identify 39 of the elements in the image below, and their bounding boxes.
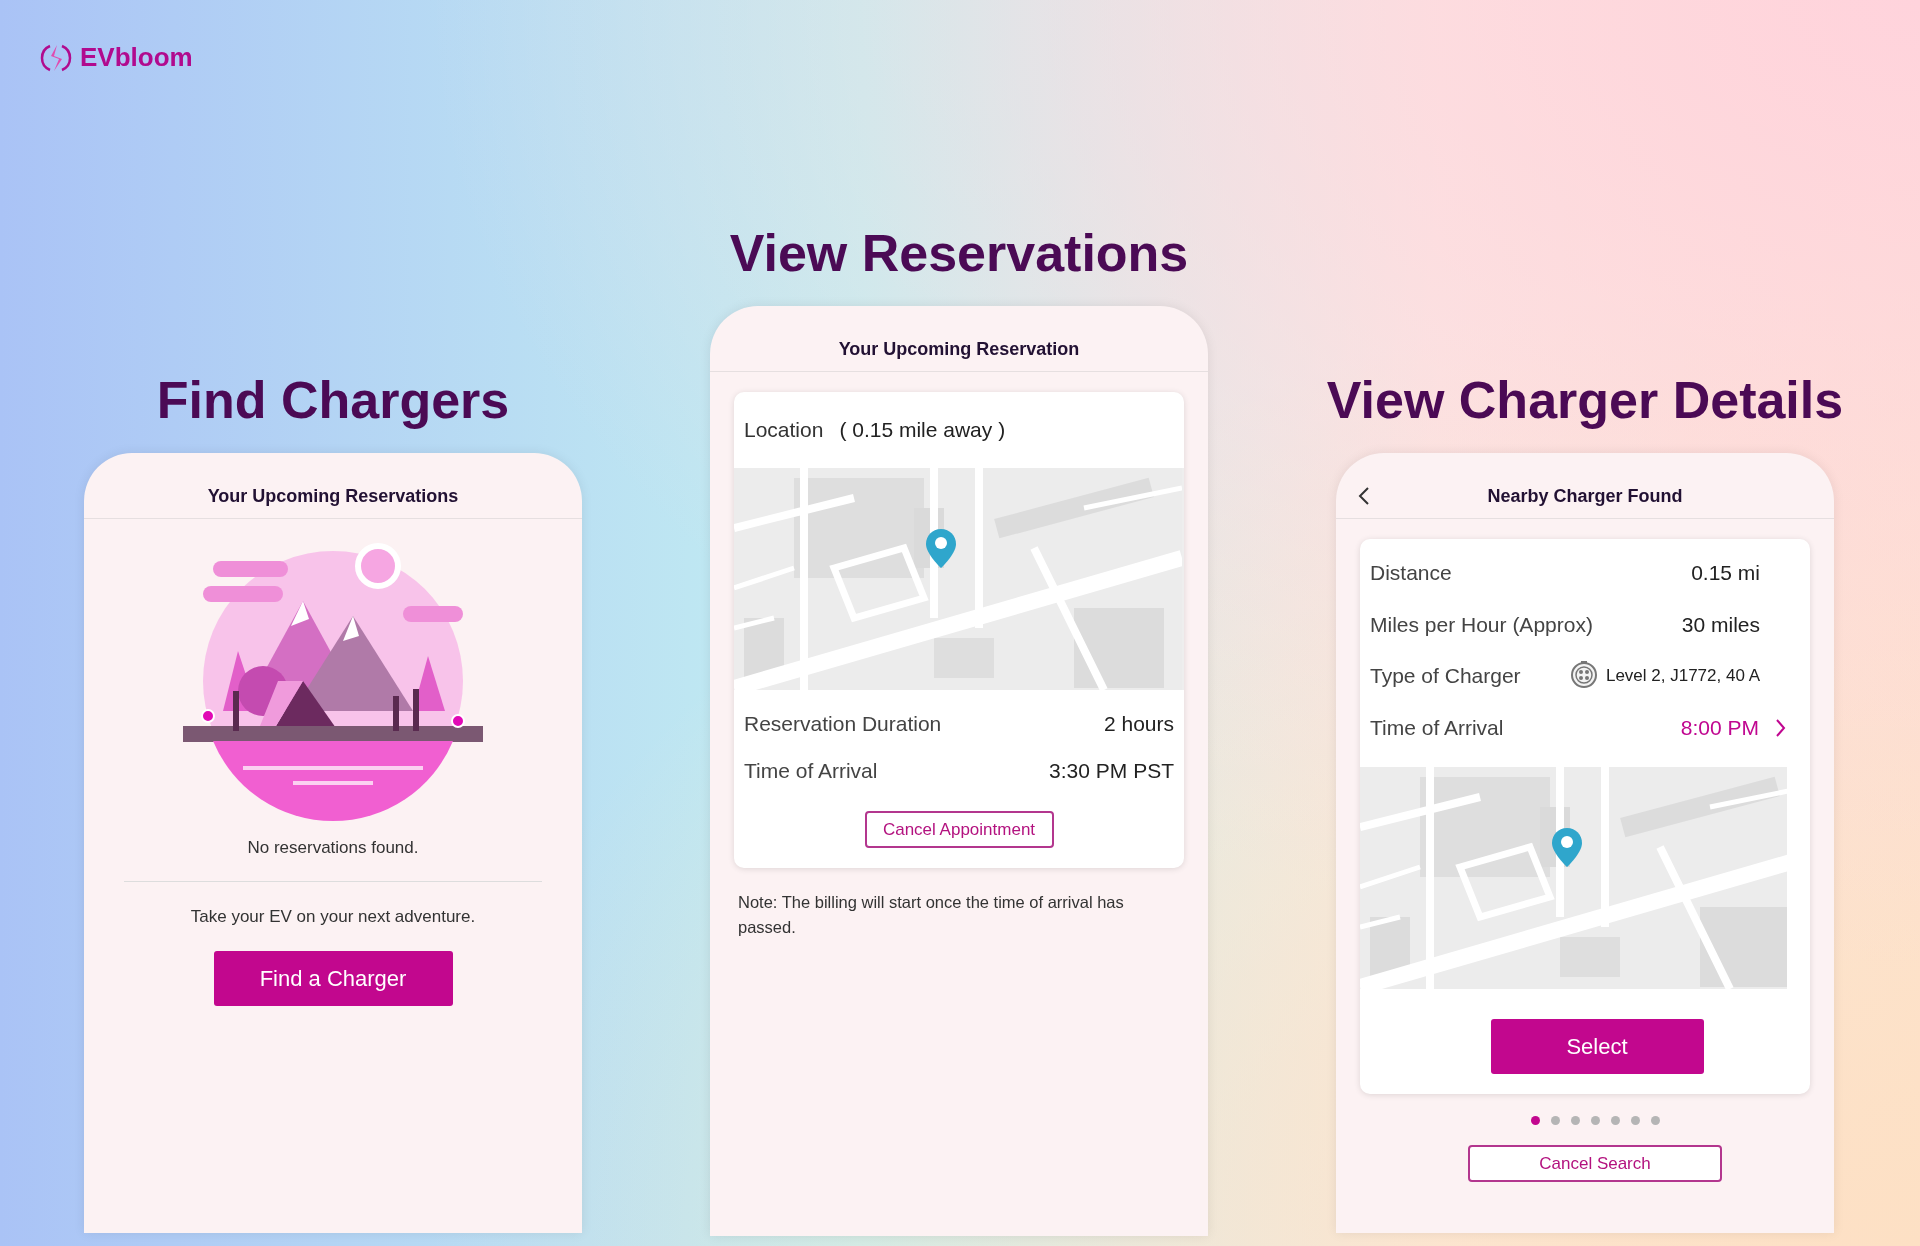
detail-label: Time of Arrival bbox=[1370, 714, 1504, 741]
empty-message: No reservations found. bbox=[247, 837, 419, 860]
find-charger-button[interactable]: Find a Charger bbox=[213, 951, 453, 1007]
chevron-right-icon bbox=[1775, 718, 1786, 737]
page-dot[interactable] bbox=[1590, 1116, 1600, 1126]
detail-label: Type of Charger bbox=[1370, 663, 1521, 690]
screen-title: Find Chargers bbox=[156, 370, 510, 431]
back-icon bbox=[1358, 486, 1370, 505]
screen-title: View Reservations bbox=[729, 223, 1189, 284]
brand-name: EVbloom bbox=[80, 41, 193, 74]
detail-value: Level 2, J1772, 40 A bbox=[1605, 665, 1760, 688]
screen-header: Nearby Charger Found bbox=[1336, 453, 1834, 520]
screen-header: Your Upcoming Reservations bbox=[84, 453, 582, 520]
select-button[interactable]: Select bbox=[1490, 1019, 1704, 1075]
detail-label: Reservation Duration bbox=[744, 710, 942, 737]
page-dot[interactable] bbox=[1610, 1116, 1620, 1126]
screen-header: Your Upcoming Reservation bbox=[710, 306, 1208, 373]
map-pin-icon bbox=[924, 527, 958, 569]
page-dot[interactable] bbox=[1570, 1116, 1580, 1126]
page-dot[interactable] bbox=[1650, 1116, 1660, 1126]
detail-value: 0.15 mi bbox=[1691, 560, 1760, 587]
map-pin-icon bbox=[1550, 827, 1584, 869]
page-dot[interactable] bbox=[1530, 1116, 1540, 1126]
arrival-time-link[interactable]: 8:00 PM bbox=[1680, 711, 1786, 744]
cancel-appointment-button[interactable]: Cancel Appointment bbox=[864, 810, 1054, 848]
location-label: Location bbox=[744, 417, 824, 444]
detail-value: 3:30 PM PST bbox=[1049, 758, 1174, 785]
page-dot[interactable] bbox=[1630, 1116, 1640, 1126]
page-dot[interactable] bbox=[1550, 1116, 1560, 1126]
detail-label: Distance bbox=[1370, 560, 1452, 587]
cancel-search-button[interactable]: Cancel Search bbox=[1468, 1145, 1722, 1183]
detail-value: 2 hours bbox=[1103, 710, 1174, 737]
billing-note: Note: The billing will start once the time of arrival has passed. bbox=[738, 891, 1125, 938]
location-distance: ( 0.15 mile away ) bbox=[839, 417, 1006, 444]
detail-label: Miles per Hour (Approx) bbox=[1370, 611, 1593, 638]
detail-value: 30 miles bbox=[1681, 611, 1760, 638]
detail-label: Time of Arrival bbox=[744, 758, 878, 785]
screen-title: View Charger Details bbox=[1326, 370, 1844, 431]
prompt-text: Take your EV on your next adventure. bbox=[190, 905, 476, 928]
